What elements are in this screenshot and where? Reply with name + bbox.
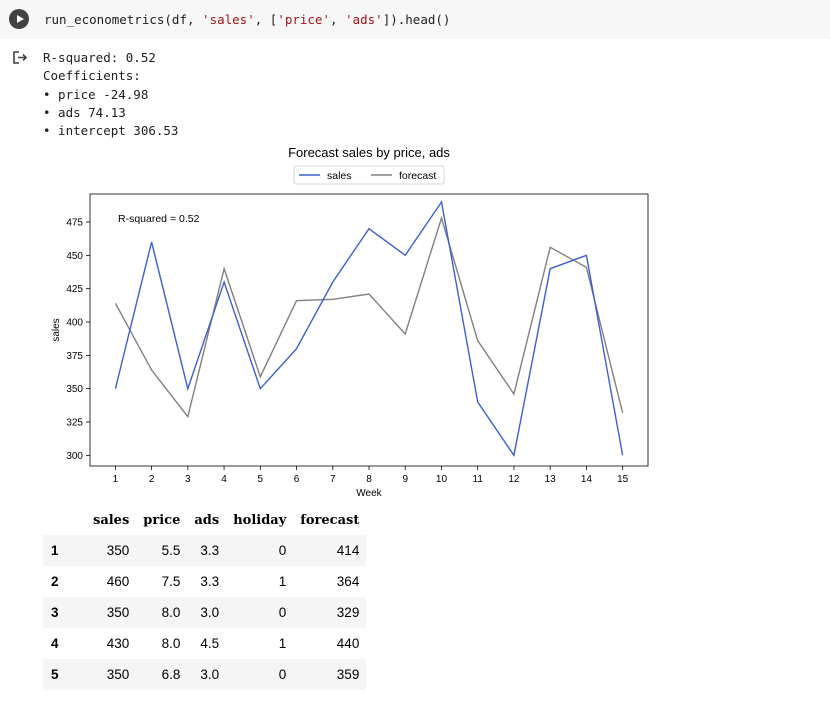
table-cell-forecast: 364 [293,566,367,597]
table-cell-forecast: 329 [293,597,367,628]
column-header: holiday [226,505,294,535]
table-cell-price: 7.5 [136,566,188,597]
table-cell-sales: 460 [86,566,137,597]
table-cell-price: 8.0 [136,597,188,628]
y-tick-label: 375 [66,351,83,362]
x-tick-label: 2 [149,474,155,485]
x-tick-label: 6 [294,474,300,485]
y-tick-label: 425 [66,284,83,295]
row-index: 5 [43,659,86,690]
table-cell-price: 8.0 [136,628,188,659]
dataframe-table: sales price ads holiday forecast 1 350 5.5… [43,505,367,690]
legend-label-forecast: forecast [399,170,436,182]
forecast-chart: Forecast sales by price, ads300325350375… [51,145,649,499]
x-axis-label: Week [356,488,382,499]
row-index: 3 [43,597,86,628]
y-tick-label: 400 [66,318,83,329]
column-header: forecast [293,505,367,535]
x-tick-label: 9 [402,474,408,485]
table-row: 3 350 8.0 3.0 0 329 [43,597,367,628]
table-cell-holiday: 1 [226,628,294,659]
x-tick-label: 15 [617,474,629,485]
x-tick-label: 8 [366,474,372,485]
chart-title: Forecast sales by price, ads [288,145,450,160]
table-cell-holiday: 0 [226,597,294,628]
index-header [43,505,86,535]
table-cell-ads: 3.0 [187,659,227,690]
table-cell-forecast: 359 [293,659,367,690]
table-cell-holiday: 0 [226,535,294,566]
r-squared-annotation: R-squared = 0.52 [118,213,200,225]
table-cell-ads: 3.3 [187,535,227,566]
table-cell-ads: 4.5 [187,628,227,659]
x-tick-label: 10 [436,474,448,485]
x-tick-label: 1 [113,474,119,485]
row-index: 1 [43,535,86,566]
y-tick-label: 350 [66,384,83,395]
y-tick-label: 475 [66,218,83,229]
y-tick-label: 325 [66,418,83,429]
row-index: 4 [43,628,86,659]
x-tick-label: 13 [545,474,557,485]
row-index: 2 [43,566,86,597]
column-header: price [136,505,188,535]
x-tick-label: 3 [185,474,191,485]
table-cell-sales: 350 [86,659,137,690]
y-tick-label: 450 [66,251,83,262]
table-cell-holiday: 0 [226,659,294,690]
x-tick-label: 12 [508,474,520,485]
table-row: 4 430 8.0 4.5 1 440 [43,628,367,659]
table-cell-ads: 3.3 [187,566,227,597]
x-tick-label: 14 [581,474,593,485]
table-cell-sales: 350 [86,597,137,628]
table-cell-ads: 3.0 [187,597,227,628]
table-row: 5 350 6.8 3.0 0 359 [43,659,367,690]
table-cell-sales: 430 [86,628,137,659]
x-tick-label: 7 [330,474,336,485]
y-tick-label: 300 [66,451,83,462]
table-cell-sales: 350 [86,535,137,566]
table-row: 1 350 5.5 3.3 0 414 [43,535,367,566]
table-cell-price: 6.8 [136,659,188,690]
table-cell-forecast: 414 [293,535,367,566]
y-axis-label: sales [51,318,62,341]
x-tick-label: 5 [258,474,264,485]
table-header-row: sales price ads holiday forecast [43,505,367,535]
column-header: sales [86,505,137,535]
legend-label-sales: sales [327,170,352,182]
column-header: ads [187,505,227,535]
x-tick-label: 4 [221,474,227,485]
table-cell-holiday: 1 [226,566,294,597]
table-cell-price: 5.5 [136,535,188,566]
x-tick-label: 11 [473,474,484,485]
table-cell-forecast: 440 [293,628,367,659]
table-row: 2 460 7.5 3.3 1 364 [43,566,367,597]
